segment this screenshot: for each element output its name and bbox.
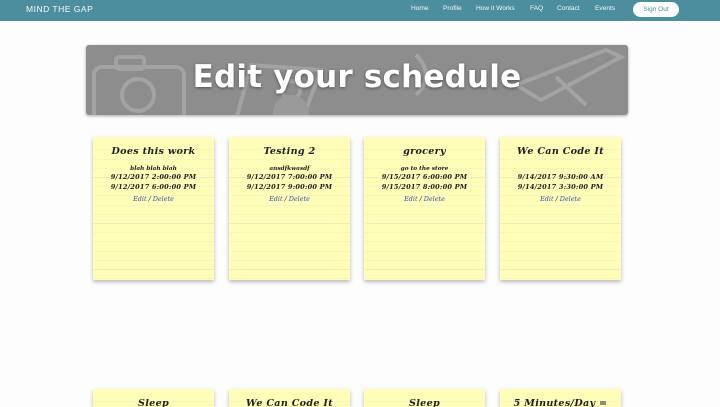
delete-link[interactable]: Delete xyxy=(560,195,581,203)
action-separator: / xyxy=(284,195,287,203)
edit-link[interactable]: Edit xyxy=(404,195,417,203)
event-start-time: 9/12/2017 2:00:00 PM xyxy=(110,173,197,181)
event-actions: Edit / Delete xyxy=(93,193,214,205)
delete-link[interactable]: Delete xyxy=(289,195,310,203)
event-end-time: 9/12/2017 6:00:00 PM xyxy=(110,182,197,191)
edit-link[interactable]: Edit xyxy=(540,195,553,203)
event-title: Testing 2 xyxy=(263,146,316,157)
event-card: We Can Code It xyxy=(229,389,350,407)
nav-contact[interactable]: Contact xyxy=(557,5,580,12)
nav-events[interactable]: Events xyxy=(595,5,615,12)
event-description: blah blah blah xyxy=(130,166,177,172)
edit-link[interactable]: Edit xyxy=(133,195,146,203)
event-card: Does this work blah blah blah 9/12/2017 … xyxy=(93,137,214,280)
delete-link[interactable]: Delete xyxy=(424,195,445,203)
event-title: Does this work xyxy=(111,146,196,157)
event-description xyxy=(500,165,621,173)
sign-out-button[interactable]: Sign Out xyxy=(633,2,679,17)
nav-how-it-works[interactable]: How it Works xyxy=(476,5,515,12)
event-card: We Can Code It 9/14/2017 9:30:00 AM 9/14… xyxy=(500,137,621,280)
hero-banner: Edit your schedule xyxy=(86,45,628,115)
event-start-time: 9/14/2017 9:30:00 AM xyxy=(517,173,604,181)
delete-link[interactable]: Delete xyxy=(153,195,174,203)
event-title: 5 Minutes/Day = xyxy=(513,398,608,407)
event-card: Sleep xyxy=(364,389,485,407)
event-card: 5 Minutes/Day = xyxy=(500,389,621,407)
event-card: grocery go to the store 9/15/2017 6:00:0… xyxy=(364,137,485,280)
edit-link[interactable]: Edit xyxy=(269,195,282,203)
event-title: We Can Code It xyxy=(246,398,333,407)
event-title: We Can Code It xyxy=(517,146,604,157)
event-start-time: 9/15/2017 6:00:00 PM xyxy=(381,173,468,181)
nav-profile[interactable]: Profile xyxy=(443,5,462,12)
event-actions: Edit / Delete xyxy=(364,193,485,205)
nav-home[interactable]: Home xyxy=(411,5,429,12)
action-separator: / xyxy=(148,195,151,203)
event-description: go to the store xyxy=(400,166,449,172)
nav-menu: Home Profile How it Works FAQ Contact Ev… xyxy=(0,5,720,17)
event-actions: Edit / Delete xyxy=(229,193,350,205)
event-title: Sleep xyxy=(138,398,169,407)
top-navbar: MIND THE GAP Home Profile How it Works F… xyxy=(0,0,720,21)
event-end-time: 9/15/2017 8:00:00 PM xyxy=(381,182,468,191)
event-card: Sleep xyxy=(93,389,214,407)
action-separator: / xyxy=(555,195,558,203)
event-end-time: 9/14/2017 3:30:00 PM xyxy=(517,182,604,191)
page-title: Edit your schedule xyxy=(192,59,522,95)
event-card: Testing 2 ansdfkwasdf 9/12/2017 7:00:00 … xyxy=(229,137,350,280)
event-actions: Edit / Delete xyxy=(500,193,621,205)
event-description: ansdfkwasdf xyxy=(269,166,310,172)
event-end-time: 9/12/2017 9:00:00 PM xyxy=(246,182,333,191)
event-title: grocery xyxy=(403,146,446,157)
nav-faq[interactable]: FAQ xyxy=(530,5,543,12)
event-title: Sleep xyxy=(409,398,440,407)
action-separator: / xyxy=(419,195,422,203)
event-start-time: 9/12/2017 7:00:00 PM xyxy=(246,173,333,181)
